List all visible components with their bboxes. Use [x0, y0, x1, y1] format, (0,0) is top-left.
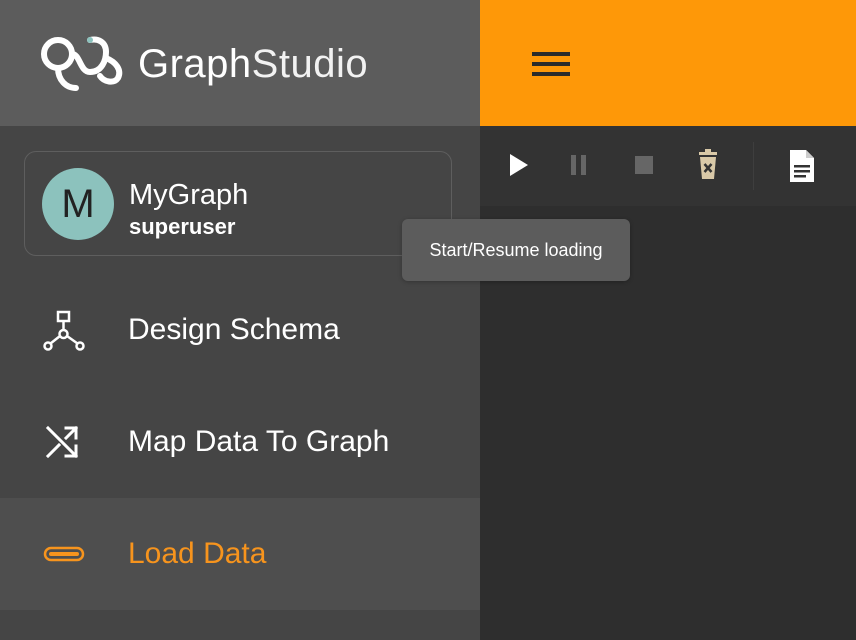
hamburger-menu-icon[interactable] [532, 50, 572, 78]
graph-selector-card[interactable]: M MyGraph superuser [24, 151, 452, 256]
stop-button[interactable] [624, 146, 664, 186]
brand-name-part1: Graph [138, 42, 252, 86]
log-button[interactable] [782, 146, 822, 186]
clear-button[interactable] [688, 146, 728, 186]
top-bar [480, 0, 856, 126]
nav-label-map-data: Map Data To Graph [128, 425, 390, 458]
load-bar-icon [43, 546, 85, 562]
nav-label-design-schema: Design Schema [128, 313, 340, 346]
nav-item-load-data[interactable]: Load Data [0, 498, 480, 610]
brand-name: GraphStudio [138, 40, 368, 88]
avatar: M [42, 168, 114, 240]
main-panel [480, 126, 856, 640]
sidebar: GraphStudio M MyGraph superuser Design S… [0, 0, 480, 640]
loading-toolbar [480, 126, 856, 206]
graph-user: superuser [129, 214, 236, 239]
stop-icon [635, 156, 653, 174]
start-resume-button[interactable] [498, 146, 538, 186]
trash-icon [699, 149, 717, 179]
tooltip-start-resume: Start/Resume loading [402, 219, 630, 281]
document-icon [790, 150, 814, 182]
shuffle-icon [45, 425, 79, 459]
pause-icon [571, 155, 586, 175]
nav-item-design-schema[interactable]: Design Schema [0, 274, 480, 386]
schema-icon [43, 310, 85, 351]
nav-label-load-data: Load Data [128, 537, 267, 570]
graphstudio-logo-icon [41, 36, 123, 91]
graph-name: MyGraph [129, 179, 249, 211]
brand-header: GraphStudio [0, 0, 480, 126]
play-icon [510, 154, 528, 176]
pause-button[interactable] [560, 146, 600, 186]
brand-name-part2: Studio [251, 42, 369, 86]
nav-item-map-data[interactable]: Map Data To Graph [0, 386, 480, 498]
toolbar-divider [753, 142, 754, 190]
